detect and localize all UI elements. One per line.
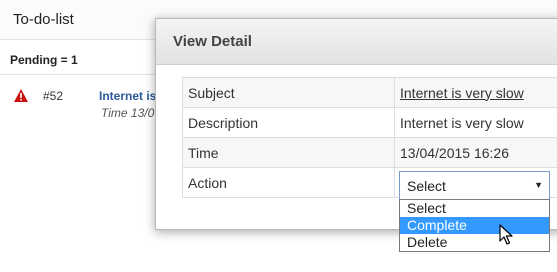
ticket-time: Time 13/0 — [101, 106, 155, 120]
option-select[interactable]: Select — [400, 200, 549, 217]
pending-count: Pending = 1 — [10, 53, 78, 67]
ticket-subject-link[interactable]: Internet is — [99, 89, 156, 103]
option-delete[interactable]: Delete — [400, 234, 549, 251]
option-complete[interactable]: Complete — [400, 217, 549, 234]
time-value: 13/04/2015 16:26 — [394, 137, 557, 168]
description-label: Description — [182, 107, 395, 138]
warning-icon — [14, 89, 28, 102]
action-dropdown-list: Select Complete Delete — [399, 199, 550, 252]
ticket-id: #52 — [43, 89, 64, 103]
table-row: Time 13/04/2015 16:26 — [182, 137, 557, 168]
modal-title: View Detail — [156, 19, 557, 65]
subject-link[interactable]: Internet is very slow — [400, 85, 524, 101]
action-select[interactable]: Select ▼ — [399, 171, 550, 201]
table-row: Subject Internet is very slow — [182, 77, 557, 108]
subject-value-cell: Internet is very slow — [394, 77, 557, 108]
chevron-down-icon: ▼ — [534, 180, 543, 190]
action-select-value: Select — [407, 178, 446, 194]
action-label: Action — [182, 167, 395, 198]
mouse-pointer-icon — [499, 224, 513, 245]
subject-label: Subject — [182, 77, 395, 108]
table-row: Description Internet is very slow — [182, 107, 557, 138]
description-value: Internet is very slow — [394, 107, 557, 138]
time-label: Time — [182, 137, 395, 168]
